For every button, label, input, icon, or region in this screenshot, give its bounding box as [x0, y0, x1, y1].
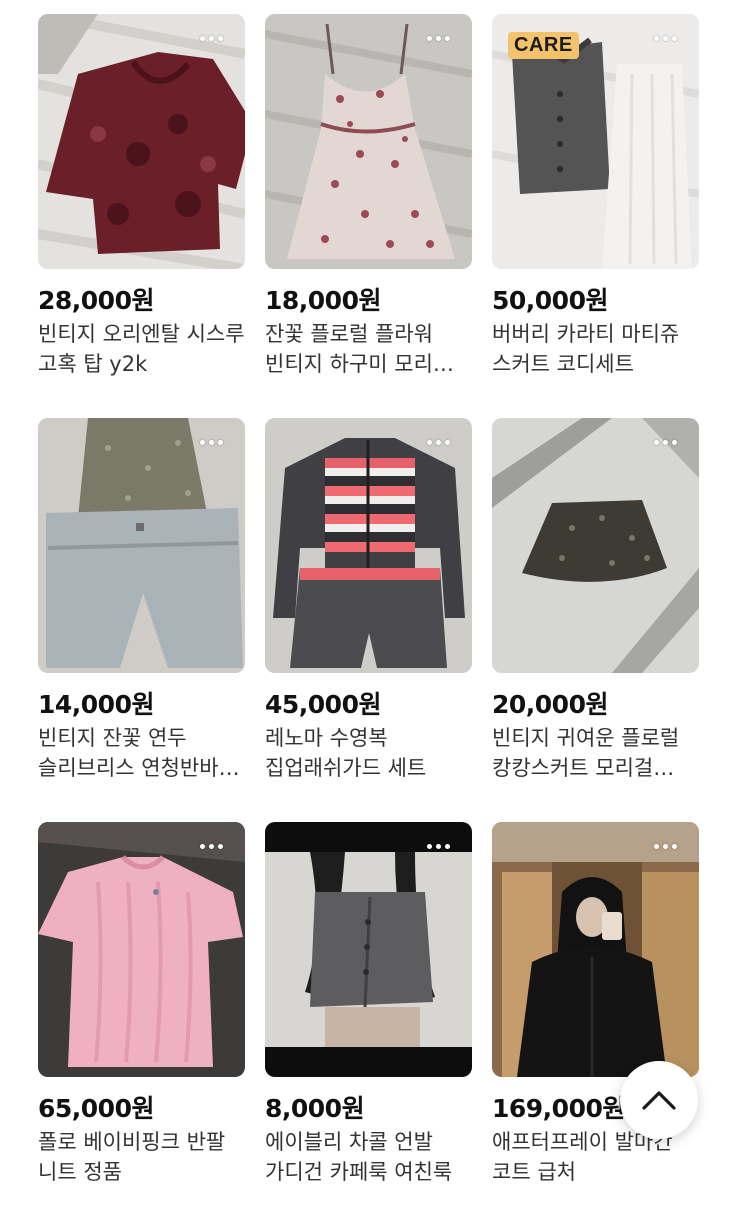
- burgundy-top-illustration: [38, 14, 245, 269]
- product-price: 45,000원: [265, 690, 381, 719]
- product-image[interactable]: [492, 418, 699, 673]
- product-card[interactable]: 28,000원 빈티지 오리엔탈 시스루 고혹 탑 y2k: [38, 14, 245, 418]
- product-price: 28,000원: [38, 286, 154, 315]
- product-title: 빈티지 잔꽃 연두 슬리브리스 연청반바지 세트: [38, 726, 238, 780]
- product-title: 레노마 수영복 집업래쉬가드 세트: [265, 726, 427, 780]
- product-card[interactable]: 65,000원 폴로 베이비핑크 반팔 니트 정품: [38, 822, 245, 1226]
- product-price: 8,000원: [265, 1094, 365, 1123]
- more-options-icon[interactable]: [427, 844, 450, 849]
- product-card[interactable]: 45,000원 레노마 수영복 집업래쉬가드 세트: [265, 418, 472, 822]
- product-title: 빈티지 오리엔탈 시스루 고혹 탑 y2k: [38, 322, 245, 376]
- product-image[interactable]: CARE: [492, 14, 699, 269]
- product-grid: 28,000원 빈티지 오리엔탈 시스루 고혹 탑 y2k 18,000원 잔꽃: [38, 14, 699, 1226]
- more-options-icon[interactable]: [427, 36, 450, 41]
- product-price: 14,000원: [38, 690, 154, 719]
- rashguard-illustration: [265, 418, 472, 673]
- product-card[interactable]: 18,000원 잔꽃 플로럴 플라워 빈티지 하구미 모리걸 원피스: [265, 14, 472, 418]
- more-options-icon[interactable]: [654, 844, 677, 849]
- product-card[interactable]: 8,000원 에이블리 차콜 언발 가디건 카페룩 여친룩: [265, 822, 472, 1226]
- product-title: 버버리 카라티 마티쥬 스커트 코디세트: [492, 322, 680, 376]
- product-price: 50,000원: [492, 286, 608, 315]
- pink-knit-illustration: [38, 822, 245, 1077]
- more-options-icon[interactable]: [427, 440, 450, 445]
- product-card[interactable]: 169,000원 애프터프레이 발마칸 코트 급처: [492, 822, 699, 1226]
- product-title: 빈티지 귀여운 플로럴 캉캉스커트 모리걸 하구미: [492, 726, 680, 780]
- product-title: 폴로 베이비핑크 반팔 니트 정품: [38, 1130, 226, 1184]
- product-image[interactable]: [492, 822, 699, 1077]
- product-price: 18,000원: [265, 286, 381, 315]
- cancan-skirt-illustration: [492, 418, 699, 673]
- product-title: 에이블리 차콜 언발 가디건 카페룩 여친룩: [265, 1130, 453, 1184]
- product-card[interactable]: 20,000원 빈티지 귀여운 플로럴 캉캉스커트 모리걸 하구미: [492, 418, 699, 822]
- care-badge: CARE: [508, 32, 579, 59]
- product-price: 65,000원: [38, 1094, 154, 1123]
- more-options-icon[interactable]: [654, 440, 677, 445]
- product-title: 잔꽃 플로럴 플라워 빈티지 하구미 모리걸 원피스: [265, 322, 453, 376]
- more-options-icon[interactable]: [654, 36, 677, 41]
- more-options-icon[interactable]: [200, 844, 223, 849]
- chevron-up-icon: [642, 1091, 676, 1110]
- product-card[interactable]: CARE 50,000원 버버리 카라티 마티쥬 스커트 코디세트: [492, 14, 699, 418]
- cami-shorts-illustration: [38, 418, 245, 673]
- black-coat-illustration: [492, 822, 699, 1077]
- product-image[interactable]: [38, 418, 245, 673]
- more-options-icon[interactable]: [200, 36, 223, 41]
- product-price: 20,000원: [492, 690, 608, 719]
- charcoal-cardigan-illustration: [265, 822, 472, 1077]
- product-image[interactable]: [265, 14, 472, 269]
- scroll-to-top-button[interactable]: [620, 1061, 698, 1139]
- floral-dress-illustration: [265, 14, 472, 269]
- product-image[interactable]: [265, 822, 472, 1077]
- product-image[interactable]: [265, 418, 472, 673]
- product-image[interactable]: [38, 14, 245, 269]
- product-card[interactable]: 14,000원 빈티지 잔꽃 연두 슬리브리스 연청반바지 세트: [38, 418, 245, 822]
- more-options-icon[interactable]: [200, 440, 223, 445]
- product-image[interactable]: [38, 822, 245, 1077]
